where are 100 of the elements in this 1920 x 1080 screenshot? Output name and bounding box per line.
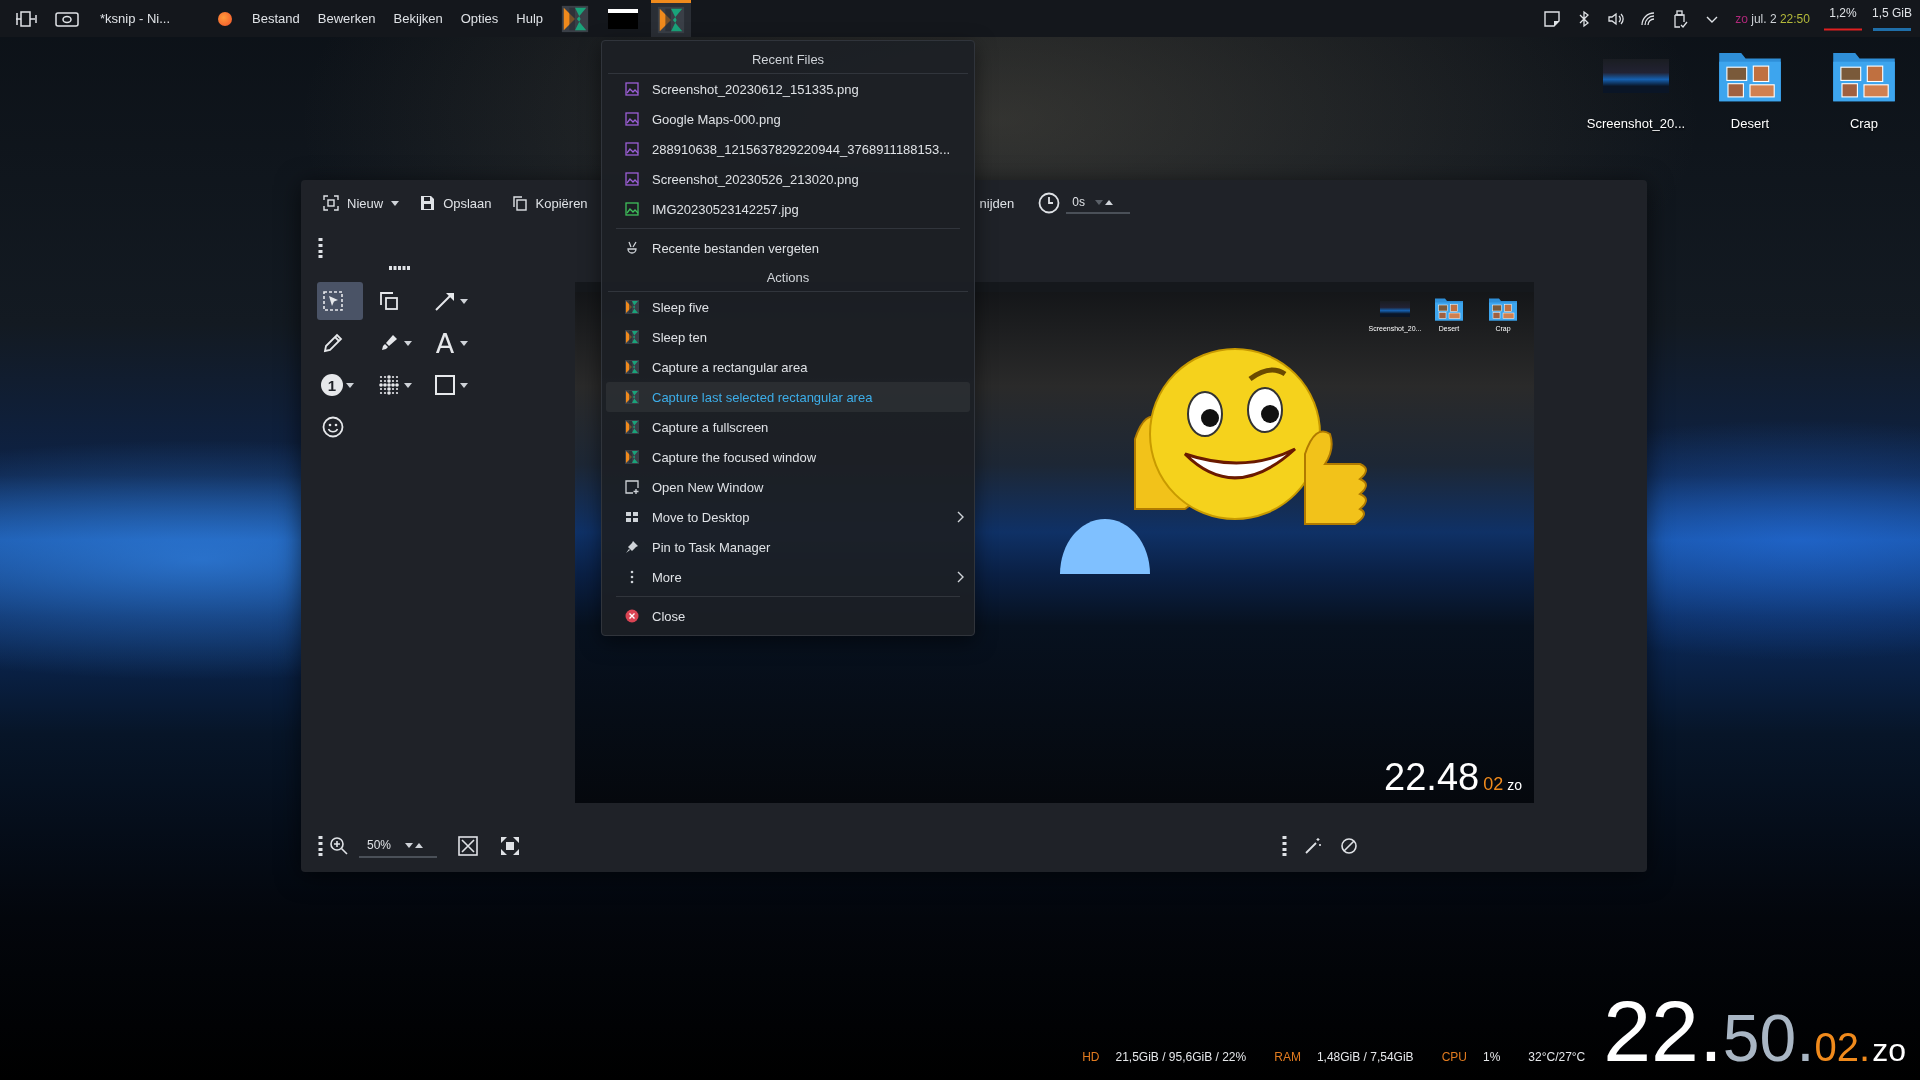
grid-icon bbox=[624, 509, 640, 525]
caret-icon bbox=[460, 340, 468, 346]
duplicate-icon bbox=[377, 289, 401, 313]
menu-item[interactable]: Hulp bbox=[514, 7, 546, 30]
menu-item[interactable]: Close bbox=[606, 601, 970, 631]
stat-value: 1,48GiB / 7,54GiB bbox=[1316, 1050, 1414, 1064]
folder-icon bbox=[1434, 296, 1464, 322]
menu-item[interactable]: Sleep five bbox=[606, 292, 970, 322]
stat-label: HD bbox=[1082, 1050, 1100, 1064]
screenshot-thumbnail bbox=[1603, 59, 1669, 93]
drag-handle-icon[interactable] bbox=[318, 836, 323, 856]
menu-item[interactable]: Sleep ten bbox=[606, 322, 970, 352]
menu-item[interactable]: Open New Window bbox=[606, 472, 970, 502]
sticky-note-icon[interactable] bbox=[1543, 9, 1562, 28]
save-icon bbox=[419, 195, 436, 211]
image-file-icon bbox=[624, 171, 640, 187]
menu-item[interactable]: Screenshot_20230612_151335.png bbox=[606, 74, 970, 104]
ksnip-icon bbox=[624, 329, 640, 345]
menu-item[interactable]: More bbox=[606, 562, 970, 592]
desktop-clock: 22.48 02 zo bbox=[1384, 756, 1522, 799]
temperature-reading: 32°C/27°C bbox=[1528, 1050, 1586, 1064]
smiley-icon bbox=[321, 415, 345, 439]
menu-item[interactable]: Bekijken bbox=[391, 7, 445, 30]
stat-label: CPU bbox=[1441, 1050, 1467, 1064]
menu-item[interactable]: Recente bestanden vergeten bbox=[606, 233, 970, 263]
menu-item[interactable]: Google Maps-000.png bbox=[606, 104, 970, 134]
spin-up-icon[interactable] bbox=[415, 842, 424, 848]
image-file-icon bbox=[624, 141, 640, 157]
toolbar-button[interactable]: Opslaan bbox=[411, 191, 500, 215]
window-thumbnail bbox=[608, 8, 639, 29]
menu-section-header: Actions bbox=[608, 263, 968, 292]
clock-icon bbox=[1038, 192, 1061, 214]
menu-item[interactable]: Capture a rectangular area bbox=[606, 352, 970, 382]
toolbar-button[interactable]: nijden bbox=[979, 191, 1023, 215]
menu-item[interactable]: Capture a fullscreen bbox=[606, 412, 970, 442]
caret-icon bbox=[460, 298, 468, 304]
broom-icon bbox=[624, 240, 640, 256]
screenshot-icon bbox=[323, 195, 339, 211]
toolbar-button[interactable]: Nieuw bbox=[315, 191, 408, 215]
full-screen-icon[interactable] bbox=[499, 835, 521, 857]
cpu-graph bbox=[1823, 28, 1862, 31]
pencil-icon bbox=[321, 331, 345, 355]
zoom-field[interactable]: 50% bbox=[359, 834, 437, 858]
drag-handle-icon[interactable] bbox=[1282, 836, 1287, 856]
window-title[interactable]: *ksnip - Ni... bbox=[100, 11, 171, 26]
new-window-icon bbox=[624, 479, 640, 495]
menu-section-header: Recent Files bbox=[608, 45, 968, 74]
memory-usage: 1,5 GiB bbox=[1871, 6, 1912, 20]
caret-icon bbox=[391, 200, 400, 206]
selection-tool-icon bbox=[321, 289, 345, 313]
menu-item[interactable]: Bewerken bbox=[315, 7, 378, 30]
usb-drive-icon[interactable] bbox=[1671, 9, 1690, 28]
spin-up-icon[interactable] bbox=[1105, 199, 1113, 205]
menu-item[interactable]: Move to Desktop bbox=[606, 502, 970, 532]
magic-wand-icon[interactable] bbox=[1303, 836, 1323, 856]
image-file-icon bbox=[624, 111, 640, 127]
ksnip-icon bbox=[624, 359, 640, 375]
stat-label: RAM bbox=[1274, 1050, 1301, 1064]
image-file-icon bbox=[624, 201, 640, 217]
menu-item[interactable]: Capture the focused window bbox=[606, 442, 970, 472]
toolbar-button[interactable]: Kopiëren bbox=[503, 191, 596, 215]
tool-button[interactable]: 1 bbox=[317, 366, 363, 404]
menu-item[interactable]: Bestand bbox=[250, 7, 302, 30]
tool-button[interactable]: A bbox=[429, 324, 475, 362]
ksnip-icon bbox=[624, 449, 640, 465]
zoom-icon[interactable] bbox=[329, 836, 349, 856]
ksnip-icon bbox=[624, 389, 640, 405]
app-icon bbox=[218, 11, 233, 26]
chevron-right-icon bbox=[956, 571, 964, 583]
desktop-clock: 22.50.02.zo bbox=[1603, 988, 1906, 1074]
delay-field[interactable]: 0s bbox=[1066, 192, 1131, 214]
panel-layout-icon[interactable] bbox=[14, 8, 40, 29]
desktop-icon-label[interactable]: Desert bbox=[1730, 116, 1770, 131]
stat-value: 21,5GiB / 95,6GiB / 22% bbox=[1115, 1050, 1247, 1064]
caret-icon bbox=[460, 382, 468, 388]
menu-item[interactable]: Capture last selected rectangular area bbox=[606, 382, 970, 412]
fit-to-window-icon[interactable] bbox=[457, 835, 479, 857]
folder-icon bbox=[1488, 296, 1518, 322]
drag-handle-icon[interactable] bbox=[389, 266, 411, 270]
taskbar-item[interactable] bbox=[651, 0, 692, 37]
caret-icon bbox=[404, 382, 412, 388]
desktop-icon-label[interactable]: Screenshot_20... bbox=[1586, 116, 1686, 131]
number-tool-icon: 1 bbox=[321, 374, 343, 396]
menu-item[interactable]: Pin to Task Manager bbox=[606, 532, 970, 562]
image-file-icon bbox=[624, 81, 640, 97]
menu-item[interactable]: Screenshot_20230526_213020.png bbox=[606, 164, 970, 194]
chevron-right-icon bbox=[956, 511, 964, 523]
cpu-usage: 1,2% bbox=[1829, 6, 1857, 20]
drag-handle-icon[interactable] bbox=[318, 238, 323, 258]
menu-item[interactable]: 288910638_1215637829220944_3768911188153... bbox=[606, 134, 970, 164]
screenshot-thumbnail bbox=[1380, 301, 1410, 317]
desktop-icon-label[interactable]: Crap bbox=[1849, 116, 1879, 131]
date-time[interactable]: zo jul. 2 22:50 bbox=[1735, 11, 1810, 26]
menu-item[interactable]: Opties bbox=[458, 7, 501, 30]
caret-icon bbox=[346, 382, 354, 388]
menu-item[interactable]: IMG20230523142257.jpg bbox=[606, 194, 970, 224]
stat-value: 1% bbox=[1482, 1050, 1501, 1064]
rectangle-icon bbox=[433, 373, 457, 397]
ksnip-icon bbox=[624, 419, 640, 435]
pixelate-icon bbox=[377, 373, 401, 397]
